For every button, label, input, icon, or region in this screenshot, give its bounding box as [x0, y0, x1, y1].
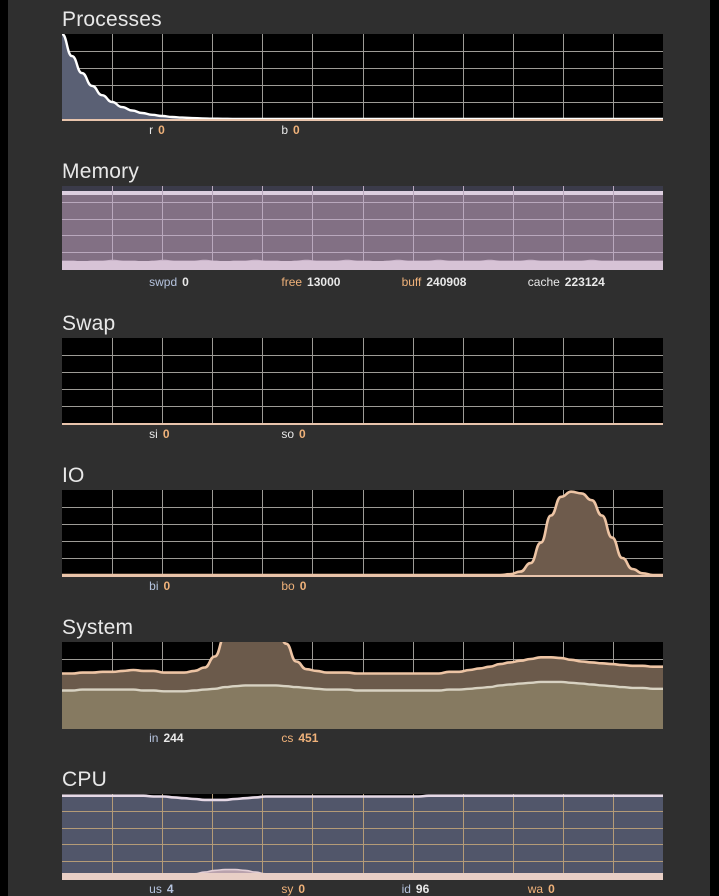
- legend-item-in: in244: [149, 730, 183, 746]
- baseline-io: [62, 575, 663, 577]
- legend-value-cs: 451: [293, 731, 318, 745]
- plot-io[interactable]: [62, 490, 663, 575]
- gridline-vertical: [463, 338, 464, 423]
- legend-cpu: us4sy0id96wa0: [62, 881, 663, 896]
- legend-swap: si0so0: [62, 426, 663, 442]
- legend-value-so: 0: [294, 427, 306, 441]
- legend-value-sy: 0: [293, 882, 305, 896]
- legend-value-cache: 223124: [560, 275, 605, 289]
- legend-value-us: 4: [162, 882, 174, 896]
- legend-value-in: 244: [158, 731, 183, 745]
- legend-value-bi: 0: [158, 579, 170, 593]
- legend-item-free: free13000: [281, 274, 340, 290]
- legend-key-buff: buff: [402, 275, 422, 289]
- gridline-vertical: [613, 338, 614, 423]
- legend-key-cs: cs: [281, 731, 293, 745]
- legend-item-id: id96: [402, 881, 430, 896]
- plot-system[interactable]: [62, 642, 663, 727]
- plot-processes[interactable]: [62, 34, 663, 119]
- legend-item-bi: bi0: [149, 578, 170, 594]
- legend-value-buff: 240908: [421, 275, 466, 289]
- legend-item-buff: buff240908: [402, 274, 467, 290]
- legend-item-cache: cache223124: [528, 274, 605, 290]
- cpu-sy-rule: [62, 873, 663, 878]
- legend-key-free: free: [281, 275, 302, 289]
- memory-cache-rule: [62, 261, 663, 268]
- legend-key-si: si: [149, 427, 158, 441]
- section-system: System in244 cs451: [8, 616, 710, 758]
- legend-item-bo: bo0: [281, 578, 306, 594]
- section-title-processes: Processes: [62, 8, 162, 32]
- legend-value-b: 0: [288, 123, 300, 137]
- gridline-vertical: [112, 338, 113, 423]
- plot-cpu[interactable]: [62, 794, 663, 878]
- gridline-vertical: [212, 338, 213, 423]
- gridline-vertical: [162, 338, 163, 423]
- gridline-vertical: [262, 338, 263, 423]
- gridline-vertical: [312, 338, 313, 423]
- legend-io: bi0bo0: [62, 578, 663, 594]
- section-title-cpu: CPU: [62, 768, 107, 792]
- section-title-memory: Memory: [62, 160, 139, 184]
- series-processes: [62, 34, 663, 119]
- legend-value-r: 0: [153, 123, 165, 137]
- baseline-processes: [62, 119, 663, 121]
- legend-value-wa: 0: [543, 882, 555, 896]
- gridline-vertical: [413, 338, 414, 423]
- legend-value-si: 0: [158, 427, 170, 441]
- legend-item-cs: cs451: [281, 730, 318, 746]
- gridline-horizontal: [62, 355, 663, 356]
- baseline-memory: [62, 268, 663, 270]
- gridline-vertical: [363, 338, 364, 423]
- monitor-panel: Processes r0 b0 Memory: [8, 0, 710, 896]
- section-title-system: System: [62, 616, 133, 640]
- legend-key-us: us: [149, 882, 162, 896]
- gridline-horizontal: [62, 406, 663, 407]
- legend-item-us: us4: [149, 881, 173, 896]
- legend-value-swpd: 0: [177, 275, 189, 289]
- baseline-cpu: [62, 878, 663, 880]
- section-memory: Memory swpd0 free13000 buff240908 cache2231…: [8, 160, 710, 302]
- grid-swap: [62, 338, 663, 423]
- legend-item-r: r0: [149, 122, 165, 138]
- legend-processes: r0 b0: [62, 122, 663, 138]
- legend-value-bo: 0: [295, 579, 307, 593]
- legend-value-free: 13000: [302, 275, 340, 289]
- legend-key-swpd: swpd: [149, 275, 177, 289]
- series-system: [62, 642, 663, 727]
- section-title-swap: Swap: [62, 312, 115, 336]
- plot-swap[interactable]: [62, 338, 663, 423]
- plot-memory[interactable]: [62, 186, 663, 268]
- legend-item-sy: sy0: [281, 881, 305, 896]
- app-root: Processes r0 b0 Memory: [0, 0, 719, 896]
- section-cpu: CPU us4sy0id96wa0: [8, 768, 710, 896]
- legend-system: in244 cs451: [62, 730, 663, 746]
- legend-key-cache: cache: [528, 275, 560, 289]
- legend-memory: swpd0 free13000 buff240908 cache223124: [62, 274, 663, 290]
- legend-key-sy: sy: [281, 882, 293, 896]
- gridline-vertical: [563, 338, 564, 423]
- legend-key-so: so: [281, 427, 294, 441]
- section-title-io: IO: [62, 464, 85, 488]
- legend-item-b: b0: [281, 122, 299, 138]
- baseline-system: [62, 727, 663, 729]
- legend-key-wa: wa: [528, 882, 543, 896]
- series-memory: [62, 186, 663, 268]
- legend-item-so: so0: [281, 426, 305, 442]
- series-cpu-lines: [62, 794, 663, 878]
- legend-key-id: id: [402, 882, 411, 896]
- section-io: IO bi0bo0: [8, 464, 710, 606]
- gridline-horizontal: [62, 372, 663, 373]
- section-processes: Processes r0 b0: [8, 8, 710, 150]
- series-io: [62, 490, 663, 575]
- legend-item-wa: wa0: [528, 881, 555, 896]
- gridline-horizontal: [62, 389, 663, 390]
- legend-value-id: 96: [411, 882, 429, 896]
- gridline-vertical: [513, 338, 514, 423]
- legend-key-bo: bo: [281, 579, 294, 593]
- baseline-swap: [62, 423, 663, 425]
- section-swap: Swap si0so0: [8, 312, 710, 454]
- legend-item-swpd: swpd0: [149, 274, 189, 290]
- legend-item-si: si0: [149, 426, 169, 442]
